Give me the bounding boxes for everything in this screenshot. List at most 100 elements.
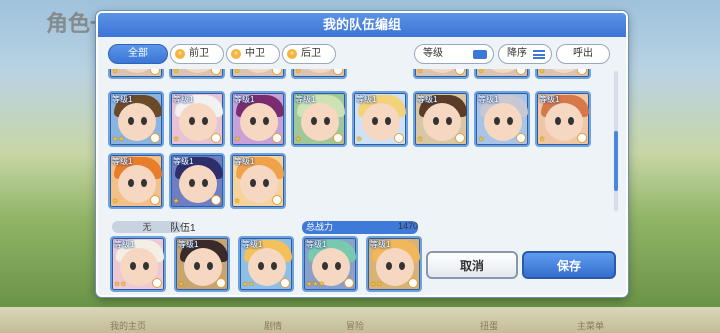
level-label: 等级1: [173, 157, 194, 166]
position-badge-icon: [394, 133, 404, 143]
position-badge-icon: [333, 133, 343, 143]
character-card[interactable]: 等级1 ★: [108, 153, 164, 209]
rarity-stars-icon: ★: [173, 198, 180, 205]
character-eye: [507, 117, 513, 125]
tab-back[interactable]: » 后卫: [282, 44, 336, 64]
sort-order-button[interactable]: 降序: [498, 44, 552, 64]
character-eye: [207, 262, 213, 270]
rarity-stars-icon: ★: [173, 69, 180, 75]
character-card[interactable]: 等级1 ★: [291, 91, 347, 147]
character-eye: [372, 117, 378, 125]
rarity-stars-icon: ★: [234, 198, 241, 205]
level-label: 等级1: [234, 95, 255, 104]
party-name: 队伍1: [170, 223, 196, 234]
character-card-partial[interactable]: ★: [108, 69, 164, 79]
tab-middle-label: 中卫: [245, 48, 265, 59]
position-arrow-icon: »: [175, 49, 185, 59]
character-card[interactable]: 等级1 ★★: [108, 91, 164, 147]
character-card[interactable]: 等级1 ★: [169, 153, 225, 209]
character-eye: [194, 262, 200, 270]
rarity-stars-icon: ★: [478, 69, 485, 75]
character-card[interactable]: 等级1 ★: [230, 153, 286, 209]
position-badge-icon: [408, 278, 418, 288]
rarity-stars-icon: ★: [539, 136, 546, 143]
rarity-stars-icon: ★: [417, 69, 424, 75]
character-card-partial[interactable]: ★: [291, 69, 347, 79]
character-eye: [324, 117, 330, 125]
dialog-title: 我的队伍编组: [98, 13, 626, 37]
character-card-partial[interactable]: ★: [169, 69, 225, 79]
character-card[interactable]: 等级1 ★: [230, 91, 286, 147]
bg-tab-adventure: 冒险: [346, 321, 365, 331]
rarity-stars-icon: ★: [173, 136, 180, 143]
bg-tab-gacha: 扭蛋: [480, 321, 499, 331]
order-label: 降序: [507, 48, 527, 59]
level-label: 等级1: [114, 240, 135, 249]
roster-scrollbar-thumb[interactable]: [614, 131, 618, 191]
rarity-stars-icon: ★: [478, 136, 485, 143]
character-eye: [433, 117, 439, 125]
tab-front-label: 前卫: [189, 48, 209, 59]
character-eye: [385, 117, 391, 125]
character-eye: [271, 262, 277, 270]
character-card[interactable]: 等级1 ★★★: [302, 236, 358, 292]
character-card[interactable]: 等级1 ★: [352, 91, 408, 147]
level-label: 等级1: [242, 240, 263, 249]
character-card[interactable]: 等级1 ★★: [110, 236, 166, 292]
character-card[interactable]: 等级1 ★: [474, 91, 530, 147]
descending-icon: [533, 50, 545, 59]
character-card[interactable]: 等级1 ★: [413, 91, 469, 147]
bg-tab-home: 我的主页: [110, 321, 147, 331]
position-badge-icon: [455, 69, 465, 75]
position-badge-icon: [272, 195, 282, 205]
position-badge-icon: [577, 133, 587, 143]
position-badge-icon: [344, 278, 354, 288]
level-label: 等级1: [306, 240, 327, 249]
cancel-button[interactable]: 取消: [426, 251, 518, 279]
rarity-stars-icon: ★★: [242, 281, 255, 288]
save-button[interactable]: 保存: [522, 251, 616, 279]
character-card[interactable]: 等级1 ★★: [238, 236, 294, 292]
level-label: 等级1: [173, 95, 194, 104]
character-roster-grid: ★ ★ ★ ★ ★ ★ ★ 等级1 ★★ 等级1 ★ 等级1 ★ 等级1 ★ 等级1 ★ 等级1 ★ 等级1 ★ 等级1 ★…: [108, 69, 618, 211]
tab-front[interactable]: » 前卫: [170, 44, 224, 64]
level-label: 等级1: [417, 95, 438, 104]
character-card[interactable]: 等级1 ★: [169, 91, 225, 147]
position-badge-icon: [333, 69, 343, 75]
sort-by-level-button[interactable]: 等级: [414, 44, 494, 64]
character-eye: [202, 117, 208, 125]
roster-scrollbar[interactable]: [614, 71, 618, 211]
rarity-stars-icon: ★: [234, 69, 241, 75]
character-eye: [250, 179, 256, 187]
character-card-partial[interactable]: ★: [474, 69, 530, 79]
level-label: 等级1: [539, 95, 560, 104]
character-card-partial[interactable]: ★: [413, 69, 469, 79]
position-badge-icon: [455, 133, 465, 143]
level-label: 等级1: [478, 95, 499, 104]
character-card[interactable]: 等级1 ★★: [366, 236, 422, 292]
character-eye: [311, 117, 317, 125]
character-card-partial[interactable]: ★: [230, 69, 286, 79]
character-card[interactable]: 等级1 ★: [535, 91, 591, 147]
rarity-stars-icon: ★★★: [306, 281, 325, 288]
tab-middle[interactable]: » 中卫: [226, 44, 280, 64]
rarity-stars-icon: ★: [112, 69, 119, 75]
sort-label: 等级: [423, 48, 443, 59]
character-eye: [263, 179, 269, 187]
position-badge-icon: [150, 195, 160, 205]
tab-all[interactable]: 全部: [108, 44, 168, 64]
character-eye: [141, 117, 147, 125]
total-power-value: 1470: [398, 221, 419, 231]
position-badge-icon: [280, 278, 290, 288]
filter-bar: 全部 » 前卫 » 中卫 » 后卫 等级 降序 呼出: [108, 44, 628, 64]
team-edit-dialog: 我的队伍编组 全部 » 前卫 » 中卫 » 后卫 等级 降序 呼出 ★ ★ ★ ★ ★ ★…: [96, 11, 628, 297]
position-badge-icon: [272, 69, 282, 75]
character-card[interactable]: 等级1 ★: [174, 236, 230, 292]
call-out-button[interactable]: 呼出: [556, 44, 610, 64]
character-eye: [189, 117, 195, 125]
rarity-stars-icon: ★: [295, 136, 302, 143]
position-badge-icon: [516, 133, 526, 143]
character-eye: [128, 117, 134, 125]
character-eye: [143, 262, 149, 270]
character-card-partial[interactable]: ★: [535, 69, 591, 79]
